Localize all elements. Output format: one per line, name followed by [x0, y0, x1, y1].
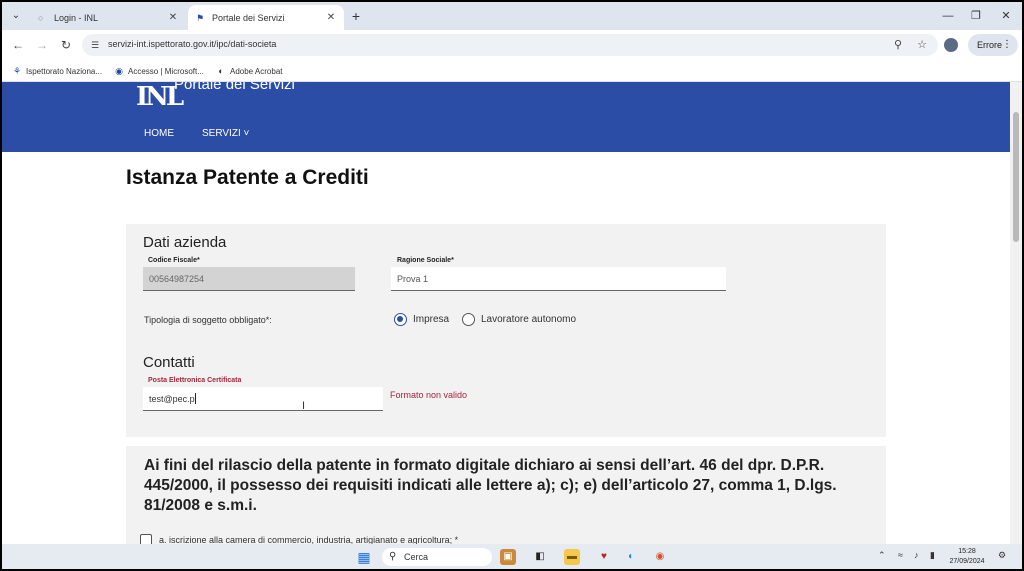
radio-impresa-label[interactable]: Impresa: [413, 314, 449, 325]
tab-title: Portale dei Servizi: [212, 12, 285, 23]
bookmark-label: Ispettorato Naziona...: [26, 66, 103, 76]
restore-icon[interactable]: ❐: [968, 8, 984, 24]
zoom-icon[interactable]: ⚲: [890, 37, 906, 53]
codice-fiscale-field: 00564987254: [143, 267, 355, 291]
menu-dots-icon[interactable]: ⋮: [1002, 34, 1012, 56]
radio-lavoratore-autonomo-label[interactable]: Lavoratore autonomo: [481, 314, 576, 325]
page-scrollbar[interactable]: [1010, 82, 1022, 544]
form-panel: Dati azienda Codice Fiscale* 00564987254…: [126, 224, 886, 437]
radio-impresa[interactable]: [394, 313, 407, 326]
tab-login[interactable]: ○ Login - INL ✕: [30, 5, 186, 30]
task-view-icon[interactable]: ◧: [532, 549, 548, 565]
back-arrow-icon[interactable]: ←: [10, 37, 26, 53]
close-icon[interactable]: ✕: [166, 11, 180, 25]
page-icon: ○: [38, 12, 44, 23]
bookmark-favicon-icon: ◉: [115, 66, 123, 76]
error-profile-button[interactable]: Errore ⋮: [968, 34, 1018, 56]
text-caret: [194, 393, 196, 404]
bookmark-ispettorato[interactable]: ⚘ Ispettorato Naziona...: [12, 64, 102, 78]
close-icon[interactable]: ✕: [324, 11, 338, 25]
ragione-sociale-label: Ragione Sociale*: [397, 257, 454, 264]
browser-window: ⌄ ○ Login - INL ✕ ⚑ Portale dei Servizi …: [2, 2, 1022, 544]
volume-icon[interactable]: ♪: [914, 550, 919, 560]
file-explorer-icon[interactable]: ▬: [564, 549, 580, 565]
clock-time: 15:28: [958, 548, 976, 555]
checkbox-item-a[interactable]: [140, 534, 152, 544]
taskbar-search-box[interactable]: ⚲ Cerca: [382, 548, 492, 566]
tab-portale[interactable]: ⚑ Portale dei Servizi ✕: [188, 5, 344, 30]
profile-avatar-icon[interactable]: [944, 38, 958, 52]
address-bar[interactable]: ☰ servizi-int.ispettorato.gov.it/ipc/dat…: [82, 34, 938, 56]
url-text: servizi-int.ispettorato.gov.it/ipc/dati-…: [108, 39, 277, 49]
tipologia-label: Tipologia di soggetto obbligato*:: [144, 315, 272, 325]
window-close-icon[interactable]: ✕: [998, 8, 1014, 24]
portal-title: Portale dei Servizi: [174, 82, 295, 93]
site-info-icon[interactable]: ☰: [88, 38, 102, 52]
edge-browser-icon[interactable]: ◖: [622, 549, 638, 565]
bookmark-star-icon[interactable]: ☆: [914, 37, 930, 53]
tab-search-icon[interactable]: ⌄: [8, 8, 24, 24]
browser-toolbar: ← → ↻ ☰ servizi-int.ispettorato.gov.it/i…: [2, 30, 1022, 60]
declaration-text: Ai fini del rilascio della patente in fo…: [144, 457, 837, 514]
error-label: Errore: [977, 40, 1003, 50]
taskbar: ▦ ⚲ Cerca ▣ ◧ ▬ ♥ ◖ ◉ ⌃ ≈ ♪ ▮ 15:28 27/0…: [2, 544, 1022, 569]
checkbox-item-a-label[interactable]: a. iscrizione alla camera di commercio, …: [159, 535, 458, 544]
notification-bell-icon[interactable]: ⚙: [998, 550, 1006, 561]
battery-icon[interactable]: ▮: [930, 550, 935, 561]
bookmark-microsoft[interactable]: ◉ Accesso | Microsoft...: [114, 64, 204, 78]
section-title-contatti: Contatti: [143, 354, 195, 371]
chrome-browser-icon[interactable]: ◉: [652, 549, 668, 565]
network-icon[interactable]: ≈: [898, 550, 903, 560]
screen: ⌄ ○ Login - INL ✕ ⚑ Portale dei Servizi …: [0, 0, 1024, 571]
search-placeholder: Cerca: [404, 552, 429, 562]
pec-email-field[interactable]: test@pec.p: [143, 387, 383, 411]
clock-date: 27/09/2024: [949, 558, 985, 565]
codice-fiscale-label: Codice Fiscale*: [148, 257, 200, 264]
bookmark-label: Accesso | Microsoft...: [128, 66, 204, 76]
reload-icon[interactable]: ↻: [58, 37, 74, 53]
radio-lavoratore-autonomo[interactable]: [462, 313, 475, 326]
nav-servizi-menu[interactable]: SERVIZI ˅: [202, 128, 249, 139]
ragione-sociale-field[interactable]: Prova 1: [391, 267, 726, 291]
site-favicon-icon: ⚑: [196, 12, 205, 23]
bookmark-label: Adobe Acrobat: [230, 66, 283, 76]
tab-title: Login - INL: [54, 12, 99, 23]
bookmarks-bar: ⚘ Ispettorato Naziona... ◉ Accesso | Mic…: [2, 60, 1022, 82]
text-cursor-icon: I: [302, 400, 306, 412]
forward-arrow-icon[interactable]: →: [34, 37, 50, 53]
site-header: INL Portale dei Servizi HOME SERVIZI ˅: [2, 82, 1010, 152]
page-title: Istanza Patente a Crediti: [126, 166, 369, 189]
tab-strip: ⌄ ○ Login - INL ✕ ⚑ Portale dei Servizi …: [2, 2, 1022, 30]
nav-home-link[interactable]: HOME: [144, 128, 174, 139]
pec-value: test@pec.p: [149, 394, 195, 404]
globe-icon: ◐: [218, 66, 224, 76]
scrollbar-thumb[interactable]: [1013, 112, 1019, 242]
windows-start-icon[interactable]: ▦: [356, 549, 372, 565]
new-tab-plus-icon[interactable]: +: [348, 8, 364, 24]
clock[interactable]: 15:28 27/09/2024: [946, 547, 988, 567]
pec-error-message: Formato non valido: [390, 390, 468, 400]
tray-chevron-icon[interactable]: ⌃: [878, 550, 886, 561]
section-title-dati-azienda: Dati azienda: [143, 234, 227, 251]
declaration-panel: Ai fini del rilascio della patente in fo…: [126, 446, 886, 544]
pec-label: Posta Elettronica Certificata: [148, 377, 242, 384]
bookmark-favicon-icon: ⚘: [12, 66, 22, 76]
page-content: INL Portale dei Servizi HOME SERVIZI ˅ I…: [2, 82, 1010, 544]
bookmark-acrobat[interactable]: ◐ Adobe Acrobat: [216, 64, 282, 78]
minimize-icon[interactable]: —: [940, 8, 956, 24]
security-app-icon[interactable]: ♥: [596, 549, 612, 565]
briefcase-app-icon[interactable]: ▣: [500, 549, 516, 565]
search-icon: ⚲: [389, 551, 397, 562]
